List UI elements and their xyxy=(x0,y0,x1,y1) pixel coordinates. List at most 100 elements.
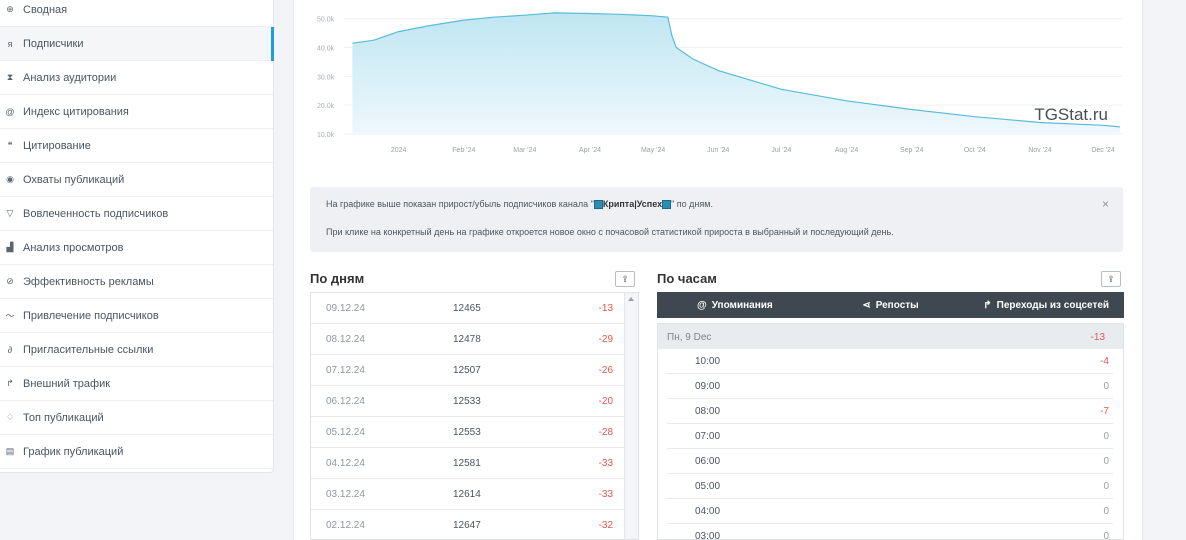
sidebar-item[interactable]: ᴙ Подписчики xyxy=(0,27,274,61)
sidebar-item[interactable]: 〜 Привлечение подписчиков xyxy=(0,299,273,333)
hours-day-header[interactable]: Пн, 9 Dec -13 xyxy=(658,324,1123,349)
table-row[interactable]: 08.12.24 12478 -29 xyxy=(311,324,625,355)
thumbs-up-icon: ♢ xyxy=(5,412,15,422)
row-value: 0 xyxy=(1103,506,1109,517)
info-text-suffix: " по дням. xyxy=(671,199,713,209)
row-value: 0 xyxy=(1103,381,1109,392)
sidebar-item-label: Индекс цитирования xyxy=(23,105,129,118)
row-time: 03:00 xyxy=(695,531,721,540)
row-date: 05.12.24 xyxy=(326,427,365,438)
table-row[interactable]: 09.12.24 12465 -13 xyxy=(311,293,625,324)
info-box: На графике выше показан прирост/убыль по… xyxy=(310,187,1123,252)
x-tick-label: Nov '24 xyxy=(1028,147,1052,154)
tab-label: Переходы из соцсетей xyxy=(996,299,1110,311)
sidebar-item[interactable]: ♢ Топ публикаций xyxy=(0,401,273,435)
sidebar-item-label: Анализ просмотров xyxy=(23,241,124,254)
sidebar-item[interactable]: ▤ График публикаций xyxy=(0,435,273,469)
x-tick-label: Feb '24 xyxy=(452,147,475,154)
row-time: 08:00 xyxy=(695,406,721,417)
sidebar-item[interactable]: ⊕ Сводная xyxy=(0,0,273,27)
scroll-up-icon[interactable] xyxy=(628,297,634,301)
sidebar-item[interactable]: ❝ Цитирование xyxy=(0,129,273,163)
days-table: 09.12.24 12465 -13 08.12.24 12478 -29 07.12.24… xyxy=(310,292,639,540)
table-row[interactable]: 03:00 0 xyxy=(667,524,1113,540)
hours-table: Пн, 9 Dec -13 10:00 -4 09:00 0 08:00 -7 07:00 0… xyxy=(657,323,1124,540)
row-date: 08.12.24 xyxy=(326,334,365,345)
row-date: 07.12.24 xyxy=(326,365,365,376)
sidebar-item-label: Внешний трафик xyxy=(23,377,111,390)
tab[interactable]: ⋖ Репосты xyxy=(813,292,969,318)
row-value: 12581 xyxy=(453,458,481,469)
eye-icon: ◉ xyxy=(6,174,14,184)
row-value: 12533 xyxy=(453,396,481,407)
share-arrow-icon: ↱ xyxy=(6,378,14,388)
row-value: 12553 xyxy=(453,427,481,438)
table-row[interactable]: 06.12.24 12533 -20 xyxy=(311,386,625,417)
sidebar-item[interactable]: ◉ Охваты публикаций xyxy=(0,163,273,197)
y-tick-label: 20.0k xyxy=(317,103,335,110)
bar-chart-icon: ▟ xyxy=(6,242,14,252)
sidebar-item[interactable]: ▽ Вовлеченность подписчиков xyxy=(0,197,273,231)
row-time: 04:00 xyxy=(695,506,721,517)
x-tick-label: Jul '24 xyxy=(771,147,791,154)
subscribers-chart[interactable]: 50.0k 40.0k 30.0k 20.0k 10.0k 2024 Feb '24 Mar … xyxy=(294,0,1142,170)
sidebar-item-label: Пригласительные ссылки xyxy=(23,343,154,356)
x-tick-label: Mar '24 xyxy=(513,147,536,154)
row-diff: -32 xyxy=(598,520,613,531)
row-diff: -29 xyxy=(598,334,613,345)
row-value: 12478 xyxy=(453,334,481,345)
tab[interactable]: @ Упоминания xyxy=(657,292,813,318)
table-row[interactable]: 05:00 0 xyxy=(667,474,1113,499)
at-icon: @ xyxy=(5,106,15,117)
export-hours-button[interactable]: ⇪ xyxy=(1101,271,1121,287)
dashboard-icon: ⊕ xyxy=(6,4,14,14)
table-row[interactable]: 10:00 -4 xyxy=(667,349,1113,374)
hours-day-total: -13 xyxy=(1090,332,1105,343)
table-row[interactable]: 03.12.24 12614 -33 xyxy=(311,479,625,510)
quote-icon: ❝ xyxy=(7,140,13,150)
sidebar-item[interactable]: @ Индекс цитирования xyxy=(0,95,273,129)
scrollbar[interactable] xyxy=(624,293,638,539)
calendar-icon: ▤ xyxy=(5,446,15,456)
tab[interactable]: ↱ Переходы из соцсетей xyxy=(968,292,1124,318)
at-icon: @ xyxy=(696,299,707,311)
info-text-prefix: На графике выше показан прирост/убыль по… xyxy=(326,199,594,209)
table-row[interactable]: 02.12.24 12647 -32 xyxy=(311,510,625,539)
sidebar-item-label: Охваты публикаций xyxy=(23,173,125,186)
sidebar-item-label: Привлечение подписчиков xyxy=(23,309,159,322)
table-row[interactable]: 07.12.24 12507 -26 xyxy=(311,355,625,386)
table-row[interactable]: 07:00 0 xyxy=(667,424,1113,449)
link-icon: ∂ xyxy=(7,344,13,355)
upload-icon: ⇪ xyxy=(1107,274,1115,284)
table-row[interactable]: 04.12.24 12581 -33 xyxy=(311,448,625,479)
export-days-button[interactable]: ⇪ xyxy=(615,271,635,287)
x-tick-label: Jun '24 xyxy=(707,147,729,154)
table-row[interactable]: 08:00 -7 xyxy=(667,399,1113,424)
row-value: 0 xyxy=(1103,431,1109,442)
y-tick-label: 50.0k xyxy=(317,17,335,24)
row-time: 09:00 xyxy=(695,381,721,392)
table-row[interactable]: 05.12.24 12553 -28 xyxy=(311,417,625,448)
chart-area[interactable] xyxy=(352,12,1120,134)
table-row[interactable]: 06:00 0 xyxy=(667,449,1113,474)
sidebar-item[interactable]: ⧗ Анализ аудитории xyxy=(0,61,273,95)
hourglass-icon: ⧗ xyxy=(6,72,14,82)
sidebar-item-label: Анализ аудитории xyxy=(23,71,117,84)
channel-name: Крипта|Успех xyxy=(602,199,663,209)
sidebar-item-label: Сводная xyxy=(23,3,68,16)
sidebar-item[interactable]: ↱ Внешний трафик xyxy=(0,367,273,401)
x-tick-label: May '24 xyxy=(641,147,665,154)
sidebar-item[interactable]: ▟ Анализ просмотров xyxy=(0,231,273,265)
row-diff: -33 xyxy=(598,489,613,500)
close-icon[interactable]: × xyxy=(1102,197,1109,211)
table-row[interactable]: 04:00 0 xyxy=(667,499,1113,524)
sidebar-item[interactable]: ⊘ Эффективность рекламы xyxy=(0,265,273,299)
row-date: 04.12.24 xyxy=(326,458,365,469)
row-value: 12507 xyxy=(453,365,481,376)
table-row[interactable]: 09:00 0 xyxy=(667,374,1113,399)
x-tick-label: 2024 xyxy=(391,147,407,154)
x-tick-label: Dec '24 xyxy=(1091,147,1115,154)
sidebar-item[interactable]: ∂ Пригласительные ссылки xyxy=(0,333,273,367)
chart-emoji-icon xyxy=(593,200,603,210)
hours-title: По часам xyxy=(657,271,717,286)
